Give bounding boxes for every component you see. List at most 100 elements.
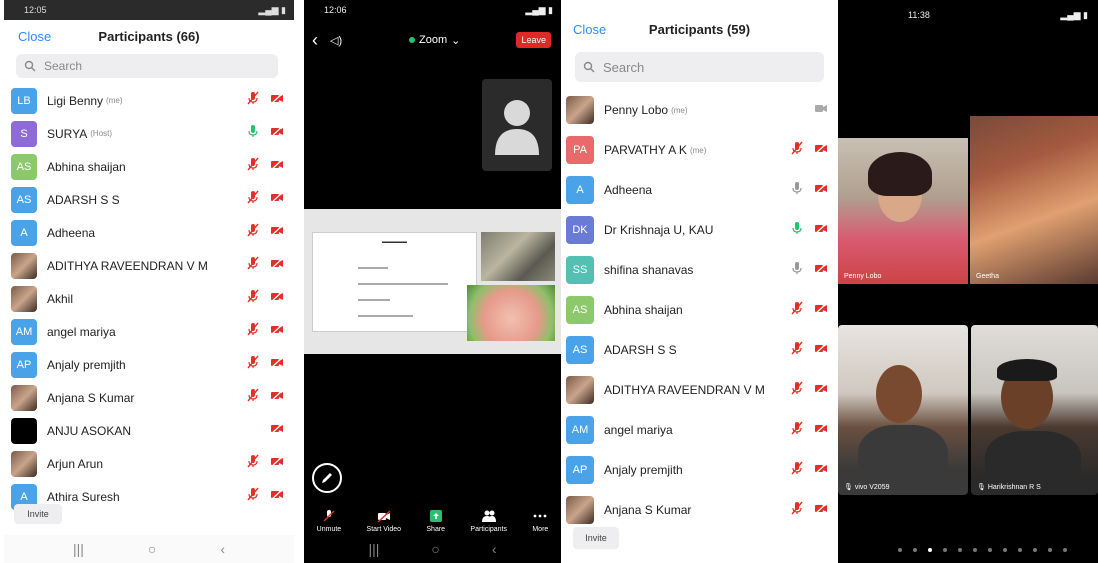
status-bar: 12:05 ▂▄▆ ▮ bbox=[4, 0, 294, 20]
participants-button[interactable]: Participants bbox=[470, 510, 507, 533]
participant-row[interactable]: AS Abhina shaijan bbox=[561, 290, 838, 330]
share-button[interactable]: Share bbox=[426, 510, 445, 533]
participants-title: Participants (59) bbox=[648, 21, 751, 37]
participants-title: Participants (66) bbox=[98, 28, 200, 44]
participant-row[interactable]: AS ADARSH S S bbox=[561, 330, 838, 370]
leave-button[interactable]: Leave bbox=[516, 32, 551, 48]
participant-status-icons bbox=[246, 157, 284, 176]
participant-status-icons bbox=[790, 461, 828, 480]
video-tile[interactable]: 🎙 vivo V2059 bbox=[838, 325, 968, 495]
avatar bbox=[11, 417, 37, 444]
search-placeholder: Search bbox=[603, 59, 645, 75]
page-indicator[interactable] bbox=[898, 548, 1067, 552]
android-nav-bar: ||| ○ ‹ bbox=[304, 535, 561, 563]
mic-muted-icon: 🎙 bbox=[844, 484, 853, 491]
video-tile[interactable]: Penny Lobo bbox=[838, 138, 968, 284]
chevron-left-icon[interactable]: ‹ bbox=[312, 30, 318, 51]
participant-name: angel mariya bbox=[604, 423, 673, 437]
participant-status-icons bbox=[790, 141, 828, 160]
start-video-button[interactable]: Start Video bbox=[366, 510, 402, 533]
participant-status-icons bbox=[246, 355, 284, 374]
participant-name: Abhina shaijan bbox=[604, 303, 683, 317]
video-camera-icon bbox=[814, 461, 828, 480]
status-time: 11:38 bbox=[908, 10, 930, 20]
participant-row[interactable]: AM angel mariya bbox=[561, 410, 838, 450]
participant-row[interactable]: AP Anjaly premjith bbox=[561, 450, 838, 490]
participant-row[interactable]: A Adheena bbox=[561, 170, 838, 210]
participant-row[interactable]: AP Anjaly premjith bbox=[4, 348, 294, 381]
participant-row[interactable]: DK Dr Krishnaja U, KAU bbox=[561, 210, 838, 250]
meeting-title[interactable]: Zoom ⌄ bbox=[409, 34, 460, 47]
participant-name: Penny Lobo bbox=[604, 103, 669, 117]
toolbar-label: Unmute bbox=[316, 526, 342, 533]
participant-row[interactable]: Akhil bbox=[4, 282, 294, 315]
participant-name: angel mariya bbox=[47, 324, 116, 339]
participant-name: PARVATHY A K bbox=[604, 143, 687, 157]
invite-button[interactable]: Invite bbox=[573, 527, 619, 549]
microphone-icon bbox=[790, 181, 804, 200]
video-tile[interactable]: 🎙 Harikrishnan R S bbox=[971, 325, 1098, 495]
participant-row[interactable]: ANJU ASOKAN bbox=[4, 414, 294, 447]
participant-status-icons bbox=[246, 190, 284, 209]
search-input[interactable]: Search bbox=[16, 54, 278, 78]
microphone-icon bbox=[246, 454, 260, 473]
participant-status-icons bbox=[790, 221, 828, 240]
unmute-button[interactable]: Unmute bbox=[316, 510, 342, 533]
video-camera-icon bbox=[814, 381, 828, 400]
participant-row[interactable]: ADITHYA RAVEENDRAN V M bbox=[4, 249, 294, 282]
video-tile-name-text: Harikrishnan R S bbox=[987, 484, 1041, 491]
participant-status-icons bbox=[246, 322, 284, 341]
participant-row[interactable]: S SURYA (Host) bbox=[4, 117, 294, 150]
participants-panel-2: Close Participants (59) Search Penny Lob… bbox=[561, 0, 838, 563]
video-camera-icon bbox=[814, 301, 828, 320]
participant-role-tag: (Host) bbox=[90, 129, 113, 138]
speaker-icon[interactable]: ◁) bbox=[330, 34, 342, 47]
participant-name: ADARSH S S bbox=[47, 192, 120, 207]
recents-icon[interactable]: ||| bbox=[368, 541, 379, 557]
video-camera-icon bbox=[270, 91, 284, 110]
participant-row[interactable]: ADITHYA RAVEENDRAN V M bbox=[561, 370, 838, 410]
participant-row[interactable]: AM angel mariya bbox=[4, 315, 294, 348]
close-button[interactable]: Close bbox=[573, 22, 606, 37]
annotate-pencil-icon[interactable] bbox=[312, 463, 342, 493]
microphone-icon bbox=[790, 261, 804, 280]
participant-role-tag: (me) bbox=[106, 96, 123, 105]
participant-status-icons bbox=[246, 91, 284, 110]
participant-status-icons bbox=[790, 261, 828, 280]
toolbar-label: Start Video bbox=[366, 526, 402, 533]
microphone-icon bbox=[790, 461, 804, 480]
participant-row[interactable]: Arjun Arun bbox=[4, 447, 294, 480]
participant-name: Akhil bbox=[47, 291, 74, 306]
participant-row[interactable]: Anjana S Kumar bbox=[4, 381, 294, 414]
video-tile[interactable]: Geetha bbox=[970, 116, 1098, 284]
participant-row[interactable]: PA PARVATHY A K (me) bbox=[561, 130, 838, 170]
home-icon[interactable]: ○ bbox=[431, 541, 439, 557]
invite-button[interactable]: Invite bbox=[14, 504, 62, 524]
close-button[interactable]: Close bbox=[18, 29, 51, 44]
recents-icon[interactable]: ||| bbox=[73, 541, 84, 557]
search-input[interactable]: Search bbox=[575, 52, 824, 82]
toolbar-label: Participants bbox=[470, 526, 507, 533]
participant-name: ADARSH S S bbox=[604, 343, 677, 357]
meeting-title-text: Zoom bbox=[419, 34, 448, 46]
video-camera-icon bbox=[270, 322, 284, 341]
participant-row[interactable]: SS shifina shanavas bbox=[561, 250, 838, 290]
toolbar-label: Share bbox=[426, 526, 446, 533]
participant-name: SURYA bbox=[47, 126, 88, 141]
back-icon[interactable]: ‹ bbox=[220, 541, 225, 557]
participant-row[interactable]: Anjana S Kumar bbox=[561, 490, 838, 530]
video-camera-icon bbox=[270, 355, 284, 374]
participant-row[interactable]: AS Abhina shaijan bbox=[4, 150, 294, 183]
participant-row[interactable]: Penny Lobo (me) bbox=[561, 90, 838, 130]
video-camera-icon bbox=[270, 454, 284, 473]
participant-row[interactable]: AS ADARSH S S bbox=[4, 183, 294, 216]
participant-row[interactable]: A Adheena bbox=[4, 216, 294, 249]
participant-row[interactable]: LB Ligi Benny (me) bbox=[4, 84, 294, 117]
home-icon[interactable]: ○ bbox=[148, 541, 156, 557]
avatar bbox=[11, 384, 37, 411]
search-icon bbox=[24, 60, 36, 72]
self-video-tile[interactable] bbox=[482, 79, 552, 171]
more-button[interactable]: More bbox=[532, 510, 548, 533]
microphone-icon bbox=[246, 157, 260, 176]
back-icon[interactable]: ‹ bbox=[492, 541, 497, 557]
